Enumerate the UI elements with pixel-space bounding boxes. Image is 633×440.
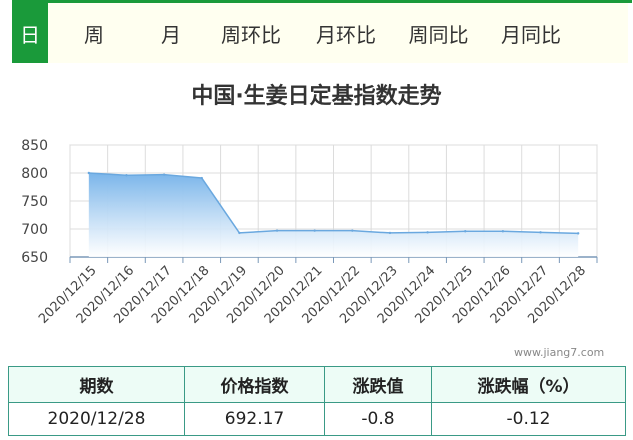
data-point — [87, 171, 91, 175]
source-watermark: www.jiang7.com — [514, 346, 605, 359]
cell-price-index: 692.17 — [184, 402, 325, 436]
data-point — [200, 176, 203, 180]
data-point — [426, 231, 429, 234]
y-tick-label: 850 — [21, 138, 48, 154]
y-tick-label: 700 — [21, 222, 48, 238]
series-line-segment — [126, 173, 165, 176]
table-row: 2020/12/28 692.17 -0.8 -0.12 — [8, 402, 626, 436]
data-point — [275, 229, 279, 232]
data-point — [162, 173, 166, 176]
table-header-row: 期数 价格指数 涨跌值 涨跌幅（%） — [8, 366, 626, 403]
cell-change-percent: -0.12 — [431, 402, 626, 436]
header-change-percent: 涨跌幅（%） — [431, 366, 626, 403]
data-point — [351, 229, 354, 232]
cell-period: 2020/12/28 — [8, 402, 185, 436]
index-trend-chart: 6507007508008502020/12/152020/12/162020/… — [21, 138, 598, 327]
series-line-segment — [389, 231, 428, 234]
data-point — [388, 231, 392, 235]
y-tick-label: 750 — [21, 194, 48, 210]
data-point — [576, 232, 580, 235]
data-point — [539, 231, 542, 234]
data-point — [501, 230, 505, 233]
cell-change-value: -0.8 — [324, 402, 432, 436]
header-change-value: 涨跌值 — [324, 366, 432, 403]
data-point — [464, 230, 467, 233]
y-tick-label: 800 — [21, 166, 48, 182]
data-point — [313, 229, 316, 232]
series-line-segment — [540, 231, 579, 235]
latest-index-table: 期数 价格指数 涨跌值 涨跌幅（%） 2020/12/28 692.17 -0.… — [8, 366, 626, 436]
data-point — [238, 231, 241, 235]
header-price-index: 价格指数 — [184, 366, 325, 403]
y-tick-label: 650 — [21, 250, 48, 266]
data-point — [125, 174, 128, 177]
header-period: 期数 — [8, 366, 185, 403]
